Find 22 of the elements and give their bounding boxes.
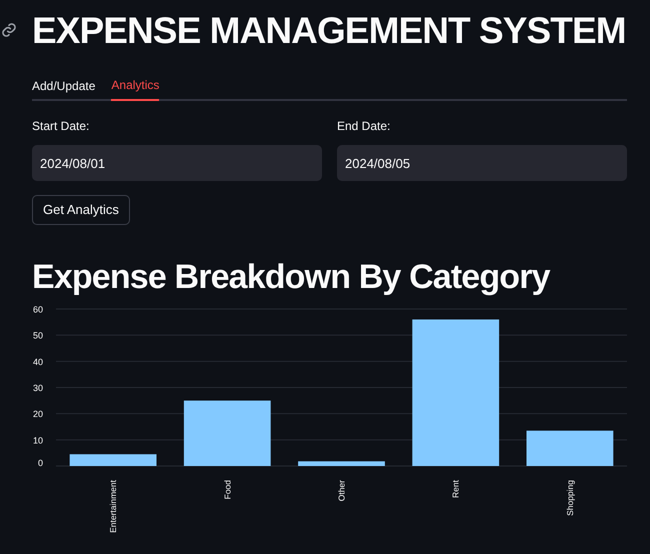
x-tick-label: Other xyxy=(336,480,346,502)
date-field[interactable]: 2024/08/05 xyxy=(337,145,627,181)
x-tick-label: Entertainment xyxy=(108,480,118,533)
x-tick-label: Shopping xyxy=(564,480,575,516)
y-tick-label: 30 xyxy=(32,383,43,393)
x-tick-label: Food xyxy=(222,480,232,500)
tab[interactable]: Add/Update xyxy=(32,71,96,101)
x-tick-label: Rent xyxy=(450,480,461,498)
tab[interactable]: Analytics xyxy=(111,71,160,101)
section-heading: Expense Breakdown By Category xyxy=(32,257,552,297)
page-title: EXPENSE MANAGEMENT SYSTEM xyxy=(32,10,627,52)
y-tick-label: 10 xyxy=(32,435,43,446)
y-tick-label: 40 xyxy=(32,356,43,367)
date-field[interactable]: 2024/08/01 xyxy=(32,145,322,181)
field-label: Start Date: xyxy=(32,118,90,135)
y-tick-label: 60 xyxy=(32,304,43,314)
y-tick-label: 0 xyxy=(38,458,43,468)
field-label: End Date: xyxy=(337,118,390,135)
get-analytics-button[interactable]: Get Analytics xyxy=(32,195,130,225)
y-tick-label: 50 xyxy=(32,330,43,341)
y-tick-label: 20 xyxy=(32,409,43,420)
link-icon[interactable] xyxy=(1,22,17,38)
